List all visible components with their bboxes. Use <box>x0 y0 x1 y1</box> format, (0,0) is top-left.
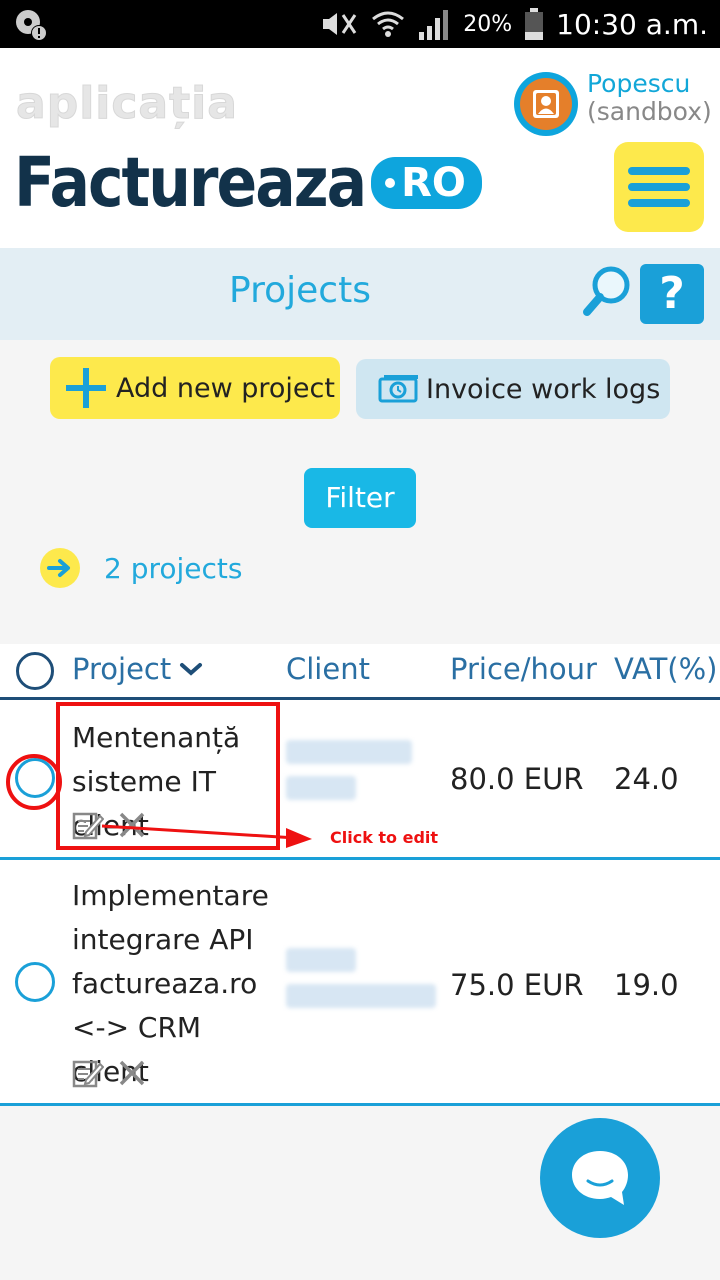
brand-suffix-badge: RO <box>371 157 482 209</box>
user-contact-icon <box>533 90 559 118</box>
menu-icon-bar <box>628 183 690 191</box>
client-name-redacted <box>286 948 436 1020</box>
search-icon[interactable] <box>582 264 632 320</box>
notification-alert-icon <box>16 10 47 41</box>
chat-bubble-icon <box>572 1151 628 1205</box>
price-per-hour: 80.0 EUR <box>450 762 584 796</box>
chevron-down-icon <box>180 663 203 676</box>
column-header-price: Price/hour <box>450 652 597 686</box>
page-title-bar: Projects ? <box>0 248 720 340</box>
project-count-label: 2 projects <box>104 551 243 585</box>
add-project-label: Add new project <box>116 372 335 404</box>
table-row[interactable]: Implementare integrare API factureaza.ro… <box>0 860 720 1106</box>
invoice-work-logs-label: Invoice work logs <box>426 373 661 405</box>
chat-button[interactable] <box>540 1118 660 1238</box>
row-actions <box>72 1058 146 1088</box>
user-name[interactable]: Popescu <box>587 70 690 98</box>
delete-icon[interactable] <box>118 1059 146 1087</box>
column-header-vat: VAT(%) <box>614 652 718 686</box>
select-all-checkbox[interactable] <box>16 652 54 690</box>
annotation-arrow <box>101 824 312 848</box>
plus-icon <box>66 368 106 408</box>
client-name-redacted <box>286 740 412 812</box>
column-header-client: Client <box>286 652 370 686</box>
column-header-project-label: Project <box>72 652 172 686</box>
row-select-radio[interactable] <box>15 962 55 1002</box>
column-header-project[interactable]: Project <box>72 652 203 686</box>
brand-small-logo: aplicația <box>16 78 238 130</box>
add-project-button[interactable]: Add new project <box>50 357 340 419</box>
signal-icon <box>419 10 449 40</box>
money-clock-icon <box>378 375 418 403</box>
app-header: aplicația Factureaza RO Popescu (sandbox… <box>0 48 720 248</box>
clock: 10:30 a.m. <box>556 7 708 41</box>
status-bar: 20% 10:30 a.m. <box>0 0 720 48</box>
vat-percent: 19.0 <box>614 968 679 1002</box>
wifi-icon <box>372 11 405 37</box>
brand-suffix-text: RO <box>401 160 466 206</box>
brand-logo[interactable]: Factureaza RO <box>14 143 482 223</box>
battery-percent: 20% <box>463 11 513 37</box>
price-per-hour: 75.0 EUR <box>450 968 584 1002</box>
hamburger-menu-button[interactable] <box>614 142 704 232</box>
edit-icon[interactable] <box>72 1058 104 1088</box>
project-count[interactable]: 2 projects <box>40 548 242 588</box>
menu-icon-bar <box>628 167 690 175</box>
annotation-circle <box>6 754 62 810</box>
avatar[interactable] <box>514 72 578 136</box>
mute-vibrate-icon <box>323 13 357 35</box>
annotation-label: Click to edit <box>330 828 439 847</box>
page-title: Projects <box>229 270 371 311</box>
vat-percent: 24.0 <box>614 762 679 796</box>
help-button[interactable]: ? <box>640 264 704 324</box>
menu-icon-bar <box>628 199 690 207</box>
brand-main-text: Factureaza <box>14 142 367 224</box>
user-account-type: (sandbox) <box>587 97 712 126</box>
invoice-work-logs-button[interactable]: Invoice work logs <box>356 359 670 419</box>
arrow-right-icon <box>40 548 80 588</box>
battery-icon <box>525 8 544 40</box>
filter-button[interactable]: Filter <box>304 468 416 528</box>
table-header: Project Client Price/hour VAT(%) <box>0 644 720 700</box>
